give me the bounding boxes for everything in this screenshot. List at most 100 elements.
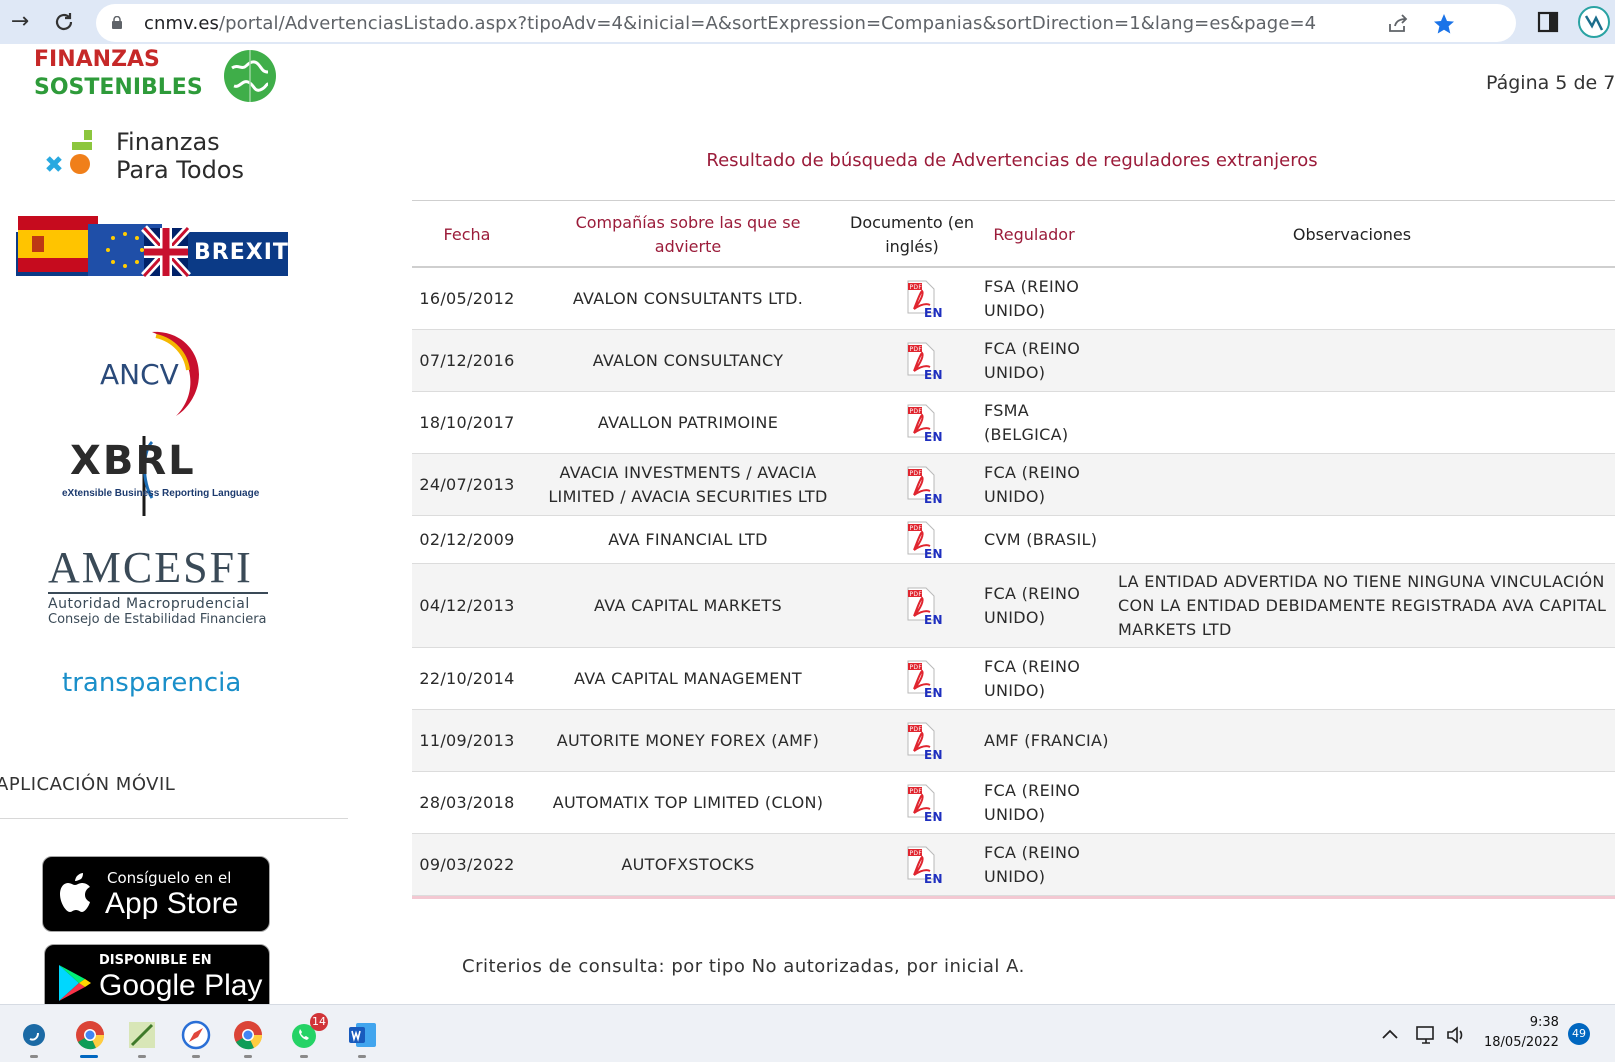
google-play-button[interactable]: DISPONIBLE EN Google Play [44, 944, 270, 1004]
svg-text:EN: EN [924, 368, 942, 381]
pdf-en-icon[interactable]: PDF EN [902, 659, 942, 699]
svg-text:PDF: PDF [910, 726, 923, 733]
pdf-en-icon[interactable]: PDF EN [902, 586, 942, 626]
svg-text:PDF: PDF [910, 525, 923, 532]
pdf-en-icon[interactable]: PDF EN [902, 465, 942, 505]
row-fecha: 09/03/2022 [419, 854, 515, 874]
row-compania: AVA CAPITAL MANAGEMENT [574, 668, 802, 688]
row-regulador: FSMA (BELGICA) [984, 400, 1069, 444]
row-fecha: 07/12/2016 [419, 350, 515, 370]
pdf-en-icon[interactable]: PDF EN [902, 341, 942, 381]
taskbar-indicator [358, 1055, 366, 1058]
brexit-banner[interactable]: BREXIT [16, 214, 296, 284]
table-row: 02/12/2009 AVA FINANCIAL LTD PDF EN CVM (BRA… [412, 516, 1615, 564]
share-icon[interactable] [1386, 12, 1410, 36]
row-regulador: FCA (REINO UNIDO) [984, 656, 1081, 700]
pdf-en-icon[interactable]: PDF EN [902, 403, 942, 443]
volume-icon[interactable] [1444, 1023, 1468, 1047]
row-compania: AVALON CONSULTANTS LTD. [572, 288, 804, 308]
row-documento: PDF EN [852, 772, 992, 833]
table-row: 07/12/2016 AVALON CONSULTANCY PDF EN FCA (RE… [412, 330, 1615, 392]
row-regulador: FSA (REINO UNIDO) [984, 276, 1080, 320]
spreadsheet-app-icon[interactable] [126, 1019, 158, 1051]
pdf-en-icon[interactable]: PDF EN [902, 520, 942, 560]
row-fecha: 04/12/2013 [419, 595, 515, 615]
network-icon[interactable] [1414, 1023, 1438, 1047]
url-host: cnmv.es [144, 13, 219, 34]
notification-count[interactable]: 49 [1568, 1023, 1590, 1045]
finanzas-sostenibles-logo[interactable]: FINANZAS SOSTENIBLES [34, 46, 203, 102]
row-regulador: FCA (REINO UNIDO) [984, 842, 1081, 886]
xbrl-logo[interactable]: XBRL eXtensible Business Reporting Langu… [60, 436, 260, 516]
clock-date: 18/05/2022 [1484, 1035, 1559, 1050]
row-regulador: AMF (FRANCIA) [984, 730, 1109, 750]
app-movil-heading: APLICACIÓN MÓVIL [0, 774, 176, 795]
fs-line1: FINANZAS [34, 47, 160, 72]
chevron-up-icon[interactable] [1378, 1023, 1402, 1047]
table-row: 16/05/2012 AVALON CONSULTANTS LTD. PDF EN FS… [412, 268, 1615, 330]
row-documento: PDF EN [852, 454, 992, 515]
profile-avatar-icon[interactable] [1578, 6, 1610, 38]
system-clock[interactable]: 9:38 18/05/2022 [1484, 1013, 1559, 1053]
svg-text:EN: EN [924, 613, 942, 626]
row-regulador: CVM (BRASIL) [984, 529, 1098, 549]
safari-compass-icon[interactable] [180, 1019, 212, 1051]
bookmark-star-icon[interactable] [1432, 12, 1456, 36]
row-fecha: 16/05/2012 [419, 288, 515, 308]
taskbar-indicator [192, 1055, 200, 1058]
chrome-icon[interactable] [74, 1019, 106, 1051]
row-fecha: 24/07/2013 [419, 474, 515, 494]
results-title: Resultado de búsqueda de Advertencias de… [706, 150, 1318, 171]
svg-text:PDF: PDF [910, 346, 923, 353]
sidebar-divider [0, 818, 348, 819]
svg-text:EN: EN [924, 872, 942, 885]
row-regulador: FCA (REINO UNIDO) [984, 583, 1081, 627]
side-panel-icon[interactable] [1536, 10, 1560, 34]
amcesfi-sub2: Consejo de Estabilidad Financiera [48, 612, 267, 627]
svg-text:PDF: PDF [910, 591, 923, 598]
google-play-icon [59, 965, 91, 1001]
row-documento: PDF EN [852, 392, 992, 453]
row-compania: AUTORITE MONEY FOREX (AMF) [556, 730, 820, 750]
row-compania: AUTOMATIX TOP LIMITED (CLON) [552, 792, 824, 812]
address-bar[interactable]: cnmv.es/portal/AdvertenciasListado.aspx?… [96, 4, 1516, 42]
svg-text:EN: EN [924, 306, 942, 319]
forward-icon[interactable]: → [6, 8, 34, 36]
taskbar: 14 9:38 18/05/2022 49 [0, 1004, 1615, 1062]
amcesfi-logo[interactable]: AMCESFI Autoridad Macroprudencial Consej… [48, 544, 268, 644]
app-store-button[interactable]: Consíguelo en el App Store [42, 856, 270, 932]
taskbar-indicator [30, 1055, 38, 1058]
col-fecha[interactable]: Fecha [412, 201, 522, 269]
svg-text:EN: EN [924, 810, 942, 823]
pdf-en-icon[interactable]: PDF EN [902, 721, 942, 761]
row-compania: AVALLON PATRIMOINE [597, 412, 779, 432]
warnings-table: Fecha Compañías sobre las que se adviert… [412, 200, 1615, 899]
row-observaciones [1118, 648, 1608, 709]
edge-legacy-icon[interactable] [18, 1019, 50, 1051]
row-observaciones [1118, 392, 1608, 453]
word-icon[interactable] [346, 1019, 378, 1051]
gplay-big-text: Google Play [99, 969, 263, 1002]
fpt-line2: Para Todos [116, 156, 244, 184]
pdf-en-icon[interactable]: PDF EN [902, 279, 942, 319]
url-text[interactable]: cnmv.es/portal/AdvertenciasListado.aspx?… [144, 13, 1316, 34]
apple-icon [60, 873, 90, 912]
whatsapp-badge: 14 [310, 1013, 328, 1031]
row-documento: PDF EN [852, 330, 992, 391]
globe-icon [224, 50, 276, 102]
row-compania: AVA FINANCIAL LTD [608, 529, 768, 549]
reload-icon[interactable] [50, 8, 78, 36]
brexit-label: BREXIT [194, 240, 289, 265]
chrome-profile-icon[interactable] [232, 1019, 264, 1051]
ancv-logo[interactable]: ANCV [96, 326, 216, 422]
row-compania: AUTOFXSTOCKS [621, 854, 755, 874]
pdf-en-icon[interactable]: PDF EN [902, 845, 942, 885]
svg-text:EN: EN [924, 547, 942, 560]
table-bottom-border [412, 896, 1615, 899]
col-companias[interactable]: Compañías sobre las que se advierte [548, 201, 828, 269]
pdf-en-icon[interactable]: PDF EN [902, 783, 942, 823]
col-regulador[interactable]: Regulador [984, 201, 1084, 269]
finanzas-para-todos-logo[interactable]: Finanzas Para Todos [44, 128, 274, 188]
table-row: 22/10/2014 AVA CAPITAL MANAGEMENT PDF EN FCA… [412, 648, 1615, 710]
transparencia-link[interactable]: transparencia [62, 668, 241, 698]
